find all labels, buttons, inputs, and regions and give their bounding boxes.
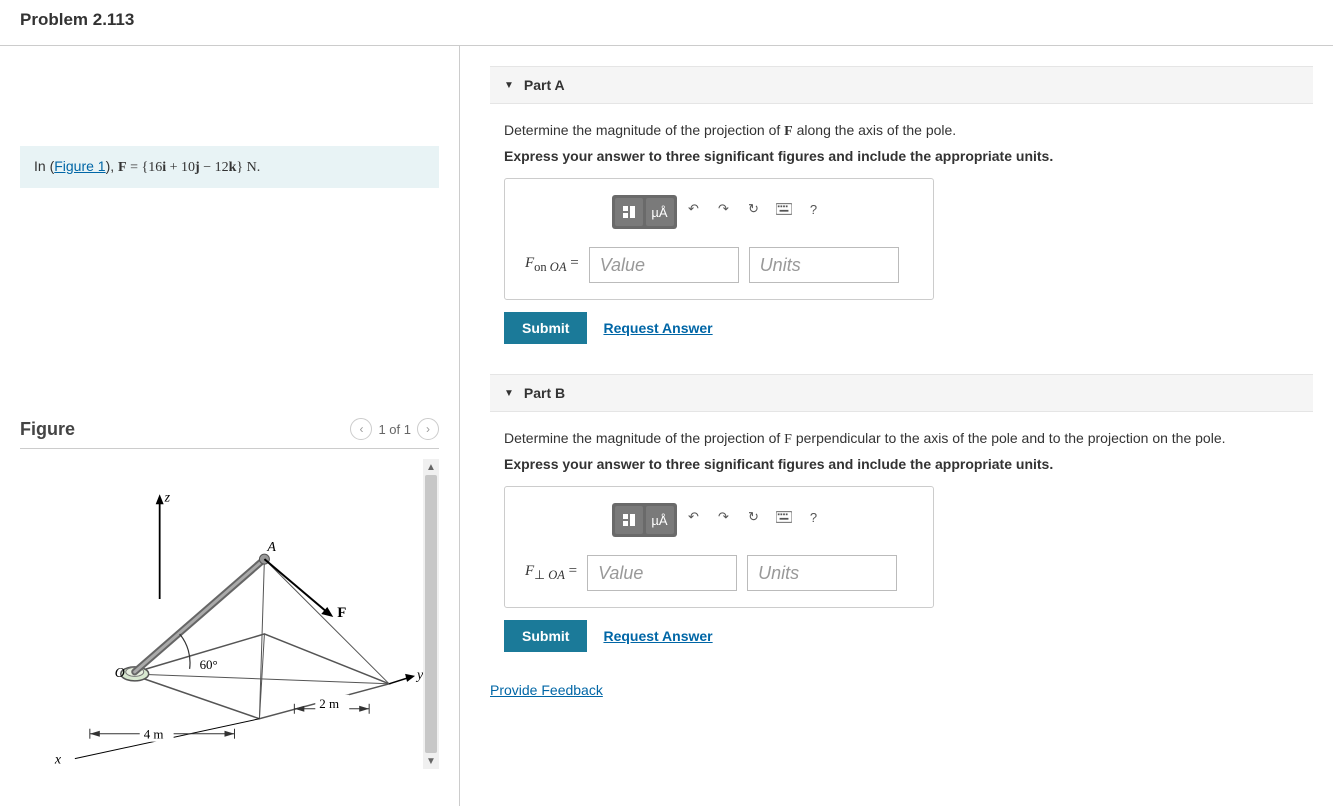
undo-icon[interactable]: ↶ bbox=[681, 503, 707, 531]
keyboard-icon[interactable] bbox=[771, 503, 797, 531]
part-a-value-input[interactable]: Value bbox=[589, 247, 739, 283]
redo-icon[interactable]: ↷ bbox=[711, 503, 737, 531]
dim-4m-label: 4 m bbox=[144, 727, 164, 742]
part-b-submit-button[interactable]: Submit bbox=[504, 620, 587, 652]
point-o-label: O bbox=[115, 666, 125, 681]
part-b-request-answer-link[interactable]: Request Answer bbox=[603, 628, 712, 644]
help-icon[interactable]: ? bbox=[801, 195, 827, 223]
part-a-answer-row: Fon OA = Value Units bbox=[525, 247, 913, 283]
scroll-down-icon[interactable]: ▼ bbox=[423, 753, 439, 769]
problem-statement: In (Figure 1), F = {16i + 10j − 12k} N. bbox=[20, 146, 439, 188]
figure-section: Figure ‹ 1 of 1 › bbox=[20, 418, 439, 769]
reset-icon[interactable]: ↻ bbox=[741, 195, 767, 223]
part-b-toolbar: µÅ ↶ ↷ ↻ ? bbox=[525, 503, 913, 537]
figure-title: Figure bbox=[20, 419, 75, 440]
point-a-label: A bbox=[266, 540, 276, 555]
template-icon[interactable] bbox=[615, 198, 643, 226]
figure-pager: ‹ 1 of 1 › bbox=[350, 418, 439, 440]
figure-body: z O A F y bbox=[20, 459, 439, 769]
keyboard-icon[interactable] bbox=[771, 195, 797, 223]
force-f-label: F bbox=[337, 605, 346, 621]
angle-label: 60° bbox=[200, 657, 218, 672]
page-header: Problem 2.113 bbox=[0, 0, 1333, 46]
part-b-instruction: Determine the magnitude of the projectio… bbox=[504, 430, 1299, 448]
provide-feedback-link[interactable]: Provide Feedback bbox=[490, 682, 603, 698]
part-a-request-answer-link[interactable]: Request Answer bbox=[603, 320, 712, 336]
units-icon[interactable]: µÅ bbox=[646, 506, 674, 534]
part-a-body: Determine the magnitude of the projectio… bbox=[490, 122, 1313, 374]
figure-scrollbar[interactable]: ▲ ▼ bbox=[423, 459, 439, 769]
chevron-down-icon: ▼ bbox=[504, 388, 514, 399]
part-b-header[interactable]: ▼ Part B bbox=[490, 374, 1313, 412]
part-a-instruction: Determine the magnitude of the projectio… bbox=[504, 122, 1299, 140]
help-icon[interactable]: ? bbox=[801, 503, 827, 531]
chevron-down-icon: ▼ bbox=[504, 80, 514, 91]
template-icon[interactable] bbox=[615, 506, 643, 534]
info-prefix: In ( bbox=[34, 158, 54, 174]
part-b-label: Part B bbox=[524, 385, 565, 401]
pager-prev-button[interactable]: ‹ bbox=[350, 418, 372, 440]
pager-next-button[interactable]: › bbox=[417, 418, 439, 440]
part-b-answer-label: F⊥ OA = bbox=[525, 563, 577, 583]
part-b-answer-row: F⊥ OA = Value Units bbox=[525, 555, 913, 591]
right-column: ▼ Part A Determine the magnitude of the … bbox=[460, 46, 1333, 806]
part-a-units-input[interactable]: Units bbox=[749, 247, 899, 283]
tool-group-format: µÅ bbox=[612, 503, 677, 537]
scroll-up-icon[interactable]: ▲ bbox=[423, 459, 439, 475]
units-icon[interactable]: µÅ bbox=[646, 198, 674, 226]
dim-2m-label: 2 m bbox=[319, 696, 339, 711]
problem-title: Problem 2.113 bbox=[20, 10, 1313, 30]
left-column: In (Figure 1), F = {16i + 10j − 12k} N. … bbox=[0, 46, 460, 806]
part-b-value-input[interactable]: Value bbox=[587, 555, 737, 591]
part-b-submit-row: Submit Request Answer bbox=[504, 620, 1299, 652]
part-a-answer-box: µÅ ↶ ↷ ↻ ? Fon OA = Value Units bbox=[504, 178, 934, 300]
part-a-header[interactable]: ▼ Part A bbox=[490, 66, 1313, 104]
part-b-instruction-bold: Express your answer to three significant… bbox=[504, 456, 1299, 472]
part-b-answer-box: µÅ ↶ ↷ ↻ ? F⊥ OA = Value Units bbox=[504, 486, 934, 608]
reset-icon[interactable]: ↻ bbox=[741, 503, 767, 531]
axis-x-label: x bbox=[54, 753, 62, 768]
figure-header: Figure ‹ 1 of 1 › bbox=[20, 418, 439, 449]
axis-z-label: z bbox=[164, 490, 171, 505]
tool-group-format: µÅ bbox=[612, 195, 677, 229]
figure-link[interactable]: Figure 1 bbox=[54, 158, 105, 174]
part-a-instruction-bold: Express your answer to three significant… bbox=[504, 148, 1299, 164]
part-a-label: Part A bbox=[524, 77, 565, 93]
part-a-answer-label: Fon OA = bbox=[525, 255, 579, 275]
part-a-submit-button[interactable]: Submit bbox=[504, 312, 587, 344]
part-a-toolbar: µÅ ↶ ↷ ↻ ? bbox=[525, 195, 913, 229]
info-suffix: ), bbox=[106, 158, 118, 174]
part-b-units-input[interactable]: Units bbox=[747, 555, 897, 591]
undo-icon[interactable]: ↶ bbox=[681, 195, 707, 223]
figure-diagram: z O A F y bbox=[20, 459, 439, 769]
scroll-thumb[interactable] bbox=[425, 475, 437, 753]
redo-icon[interactable]: ↷ bbox=[711, 195, 737, 223]
force-expression: F = {16i + 10j − 12k} N. bbox=[118, 160, 260, 175]
main-layout: In (Figure 1), F = {16i + 10j − 12k} N. … bbox=[0, 46, 1333, 806]
part-b-body: Determine the magnitude of the projectio… bbox=[490, 430, 1313, 682]
pager-text: 1 of 1 bbox=[378, 422, 411, 437]
part-a-submit-row: Submit Request Answer bbox=[504, 312, 1299, 344]
